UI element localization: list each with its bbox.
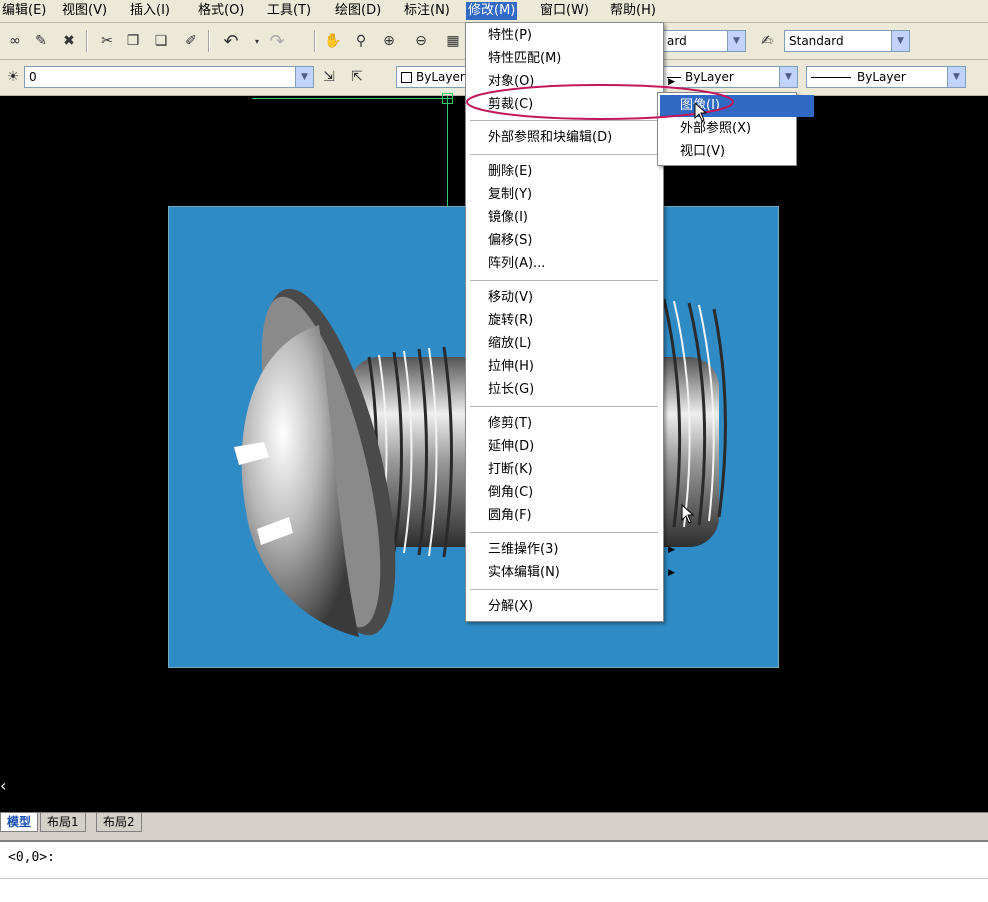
command-line-divider [0,878,988,879]
chevron-right-icon: ▶ [668,545,675,555]
menu-item-properties[interactable]: 特性(P) [468,25,681,47]
menu-item-copy[interactable]: 复制(Y) [468,184,681,206]
menu-dimension[interactable]: 标注(N) [402,2,452,20]
crosshair-horizontal [252,98,452,99]
mouse-pointer-icon [681,504,695,524]
zoom-realtime-icon[interactable]: ⚲ [350,30,372,52]
menu-separator [470,154,658,155]
color-value: ByLayer [416,70,465,84]
layer-state-icon[interactable]: ☀ [2,66,24,88]
menu-item-mirror[interactable]: 镜像(I) [468,207,681,229]
menu-item-trim[interactable]: 修剪(T) [468,413,681,435]
toolbar-separator [208,30,210,52]
menu-separator [470,406,658,407]
match-properties-icon[interactable]: ✐ [180,30,202,52]
tab-layout1[interactable]: 布局1 [40,813,86,832]
menu-insert[interactable]: 插入(I) [128,2,172,20]
command-prompt-text: <0,0>: [8,850,55,865]
cross-icon[interactable]: ✖ [58,30,80,52]
menu-tools[interactable]: 工具(T) [265,2,313,20]
layer-previous-icon[interactable]: ⇱ [346,66,368,88]
chevron-down-icon[interactable]: ▼ [891,31,909,51]
menu-item-scale[interactable]: 缩放(L) [468,333,681,355]
undo-dropdown-icon[interactable]: ▾ [246,30,268,52]
menu-item-explode[interactable]: 分解(X) [468,596,681,618]
menu-separator [470,280,658,281]
menu-item-chamfer[interactable]: 倒角(C) [468,482,681,504]
properties-icon[interactable]: ▦ [442,30,464,52]
cut-icon[interactable]: ✂ [96,30,118,52]
chevron-left-icon[interactable]: ‹ [0,776,6,795]
paste-icon[interactable]: ❏ [150,30,172,52]
lineweight-value: ByLayer [857,70,906,84]
menu-format[interactable]: 格式(O) [196,2,246,20]
menu-separator [470,589,658,590]
textstyle-value: Standard [789,34,844,48]
mouse-pointer-icon [694,102,708,122]
chevron-down-icon[interactable]: ▼ [727,31,745,51]
menu-item-3d-operations-label: 三维操作(3) [488,542,559,557]
menu-item-break[interactable]: 打断(K) [468,459,681,481]
layer-value: 0 [29,70,37,84]
menu-item-rotate[interactable]: 旋转(R) [468,310,681,332]
menu-separator [470,532,658,533]
tab-layout2[interactable]: 布局2 [96,813,142,832]
color-swatch [401,72,412,83]
pickbox [442,93,453,104]
chevron-down-icon[interactable]: ▼ [779,67,797,87]
textstyle-combo[interactable]: Standard ▼ [784,30,910,52]
link-icon[interactable]: ∞ [4,30,26,52]
toolbar-separator [86,30,88,52]
menu-item-array[interactable]: 阵列(A)... [468,253,681,275]
menu-item-extend[interactable]: 延伸(D) [468,436,681,458]
menu-modify[interactable]: 修改(M) [466,2,518,20]
layout-tabs: 模型 布局1 布局2 [0,812,988,835]
chevron-down-icon[interactable]: ▼ [295,67,313,87]
menu-item-3d-operations[interactable]: 三维操作(3) ▶ [468,539,681,561]
tab-model[interactable]: 模型 [0,813,39,832]
menu-edit[interactable]: 编辑(E) [0,2,48,20]
menu-item-xref-block-edit[interactable]: 外部参照和块编辑(D)▶ [468,127,681,149]
chevron-down-icon[interactable]: ▼ [947,67,965,87]
menu-item-match-properties[interactable]: 特性匹配(M) [468,48,681,70]
menu-draw[interactable]: 绘图(D) [333,2,383,20]
menu-item-stretch[interactable]: 拉伸(H) [468,356,681,378]
menu-window[interactable]: 窗口(W) [538,2,591,20]
copy-icon[interactable]: ❐ [122,30,144,52]
redo-icon[interactable]: ↷ [266,30,288,52]
line-sample [811,77,851,78]
pan-icon[interactable]: ✋ [322,30,344,52]
menu-item-move[interactable]: 移动(V) [468,287,681,309]
menu-bar: 编辑(E) 视图(V) 插入(I) 格式(O) 工具(T) 绘图(D) 标注(N… [0,0,988,23]
toolbar-separator [314,30,316,52]
color-combo[interactable]: ByLayer [396,66,466,88]
menu-item-fillet[interactable]: 圆角(F) [468,505,681,527]
menu-item-offset[interactable]: 偏移(S) [468,230,681,252]
menu-item-lengthen[interactable]: 拉长(G) [468,379,681,401]
zoom-window-icon[interactable]: ⊕ [378,30,400,52]
undo-icon[interactable]: ↶ [220,30,242,52]
chevron-right-icon: ▶ [668,568,675,578]
zoom-previous-icon[interactable]: ⊖ [410,30,432,52]
menu-item-xref-block-edit-label: 外部参照和块编辑(D) [488,130,613,145]
menu-help[interactable]: 帮助(H) [608,2,658,20]
layer-combo[interactable]: 0 ▼ [24,66,314,88]
menu-item-erase[interactable]: 删除(E) [468,161,681,183]
menu-item-solid-editing-label: 实体编辑(N) [488,565,560,580]
submenu-item-viewport[interactable]: 视口(V) [660,141,814,163]
text-style-icon[interactable]: ✍ [756,30,778,52]
command-line[interactable]: <0,0>: [0,840,988,902]
lineweight-combo[interactable]: ByLayer ▼ [806,66,966,88]
make-current-layer-icon[interactable]: ⇲ [318,66,340,88]
menu-view[interactable]: 视图(V) [60,2,109,20]
menu-item-solid-editing[interactable]: 实体编辑(N) ▶ [468,562,681,584]
edit-icon[interactable]: ✎ [30,30,52,52]
